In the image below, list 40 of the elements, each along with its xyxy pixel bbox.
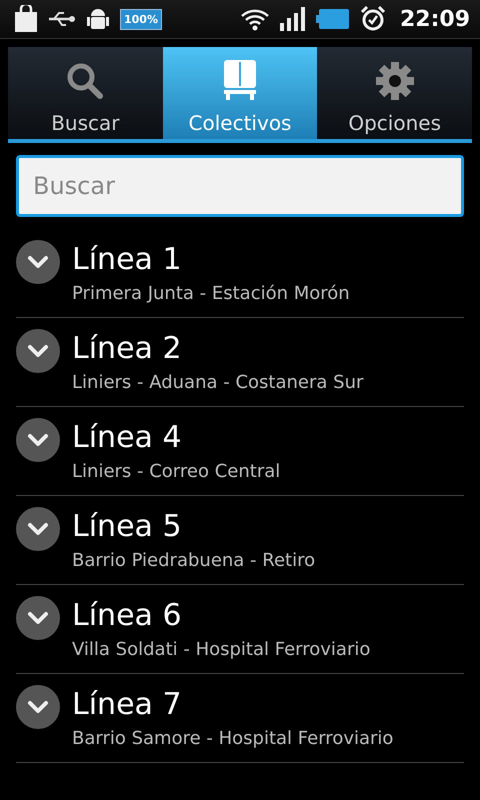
tab[interactable]: Buscar xyxy=(8,47,163,139)
bus-icon xyxy=(223,59,257,101)
chevron-down-icon xyxy=(27,344,49,358)
usb-icon xyxy=(48,10,76,28)
line-title: Línea 1 xyxy=(72,242,183,277)
line-title: Línea 6 xyxy=(72,598,183,633)
signal-icon xyxy=(280,7,306,31)
line-route: Villa Soldati - Hospital Ferroviario xyxy=(72,639,370,660)
chevron-down-icon xyxy=(27,700,49,714)
line-route: Primera Junta - Estación Morón xyxy=(72,283,350,304)
line-route: Liniers - Aduana - Costanera Sur xyxy=(72,372,364,393)
clock-time: 22:09 xyxy=(400,6,470,32)
chevron-down-icon xyxy=(27,255,49,269)
chevron-down-icon xyxy=(27,522,49,536)
line-title: Línea 4 xyxy=(72,420,183,455)
search-icon xyxy=(65,61,106,101)
chevron-down-icon xyxy=(27,433,49,447)
line-title: Línea 5 xyxy=(72,509,183,544)
android-icon xyxy=(86,6,110,32)
expand-button[interactable] xyxy=(16,329,60,373)
tab[interactable]: Opciones xyxy=(317,47,472,139)
expand-button[interactable] xyxy=(16,418,60,462)
chevron-down-icon xyxy=(27,611,49,625)
battery-percent-badge: 100% xyxy=(120,8,162,30)
expand-button[interactable] xyxy=(16,685,60,729)
battery-icon xyxy=(316,8,350,30)
expand-button[interactable] xyxy=(16,507,60,551)
line-route: Barrio Piedrabuena - Retiro xyxy=(72,550,316,571)
wifi-icon xyxy=(240,7,270,31)
settings-icon xyxy=(374,61,415,101)
alarm-clock-icon xyxy=(360,6,386,32)
shopping-bag-icon xyxy=(14,5,38,33)
line-title: Línea 2 xyxy=(72,331,183,366)
expand-button[interactable] xyxy=(16,596,60,640)
search-field[interactable]: Buscar xyxy=(16,155,464,217)
tab[interactable]: Colectivos xyxy=(162,47,318,139)
expand-button[interactable] xyxy=(16,240,60,284)
line-route: Liniers - Correo Central xyxy=(72,461,280,482)
line-route: Barrio Samore - Hospital Ferroviario xyxy=(72,728,394,749)
line-title: Línea 7 xyxy=(72,687,183,722)
